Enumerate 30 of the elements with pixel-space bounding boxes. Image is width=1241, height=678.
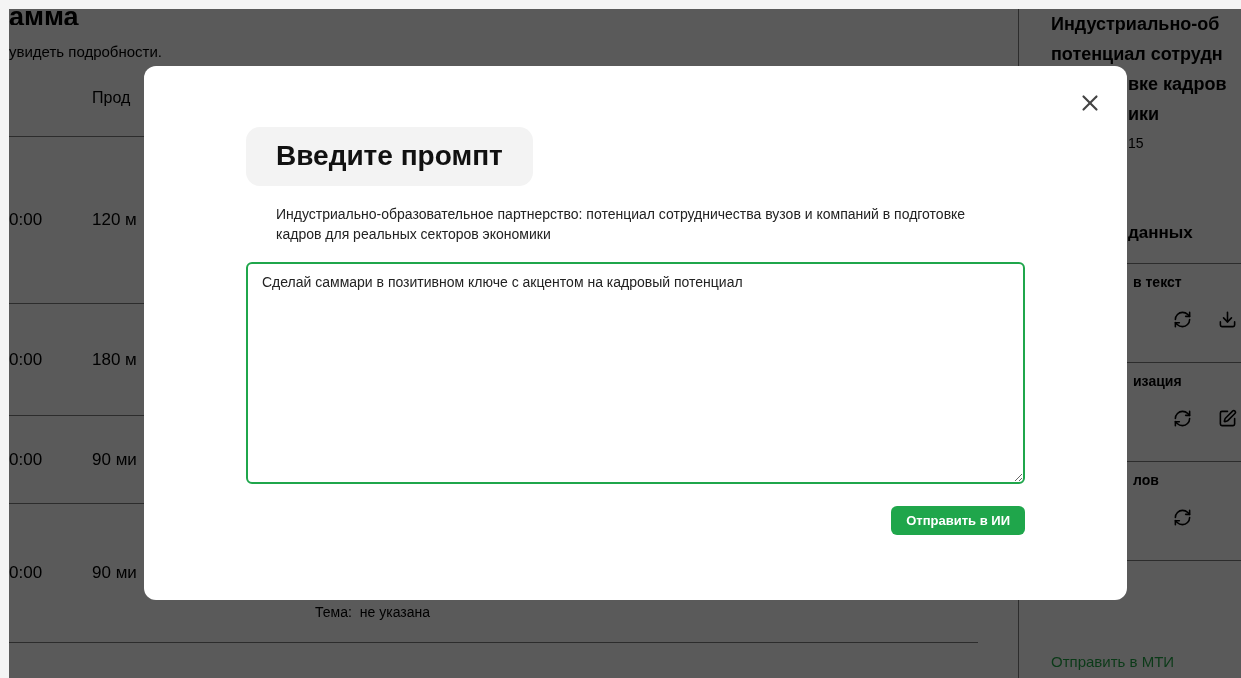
table-cell-text: 0:00 [9,349,44,370]
refresh-icon[interactable] [1173,409,1192,428]
send-button[interactable]: Отправить в ИИ [891,506,1025,535]
table-cell-text: 0:00 [9,449,44,470]
panel-title: Индустриально-об [1051,13,1220,36]
item-label: лов [1133,472,1160,488]
item-label: изация [1133,373,1183,389]
table-cell: 90 ми [92,563,137,583]
edit-icon[interactable] [1218,409,1237,428]
prompt-input[interactable]: Сделай саммари в позитивном ключе с акцентом на кадровый потенциал [246,262,1025,484]
table-cell: 120 м [92,210,137,230]
dialog-description: Индустриально-образовательное партнерство: потенциал сотрудничества вузов и компаний в подготовке кадров для реальных секторов экономики [276,205,967,244]
panel-title: вке кадров [1128,73,1227,96]
send-link[interactable]: Отправить в МТИ [1051,653,1241,670]
topic-label: Тема: [315,604,352,620]
table-cell-text: 0:00 [9,210,44,230]
topic-value: не указана [359,604,431,620]
panel-date: 15 [1127,135,1145,151]
item-label: в текст [1133,274,1183,290]
panel-title: потенциал сотрудн [1051,43,1223,66]
page-subtitle: увидеть подробности. [9,43,163,60]
panel-title: ики [1128,103,1160,126]
table-cell: 90 ми [92,449,137,470]
table-cell: 180 м [92,349,137,370]
column-header: Прод [92,89,131,107]
download-icon[interactable] [1218,310,1237,329]
refresh-icon[interactable] [1173,508,1192,527]
dialog-title: Введите промпт [246,127,533,186]
refresh-icon[interactable] [1173,310,1192,329]
table-cell-text: 0:00 [9,563,44,583]
